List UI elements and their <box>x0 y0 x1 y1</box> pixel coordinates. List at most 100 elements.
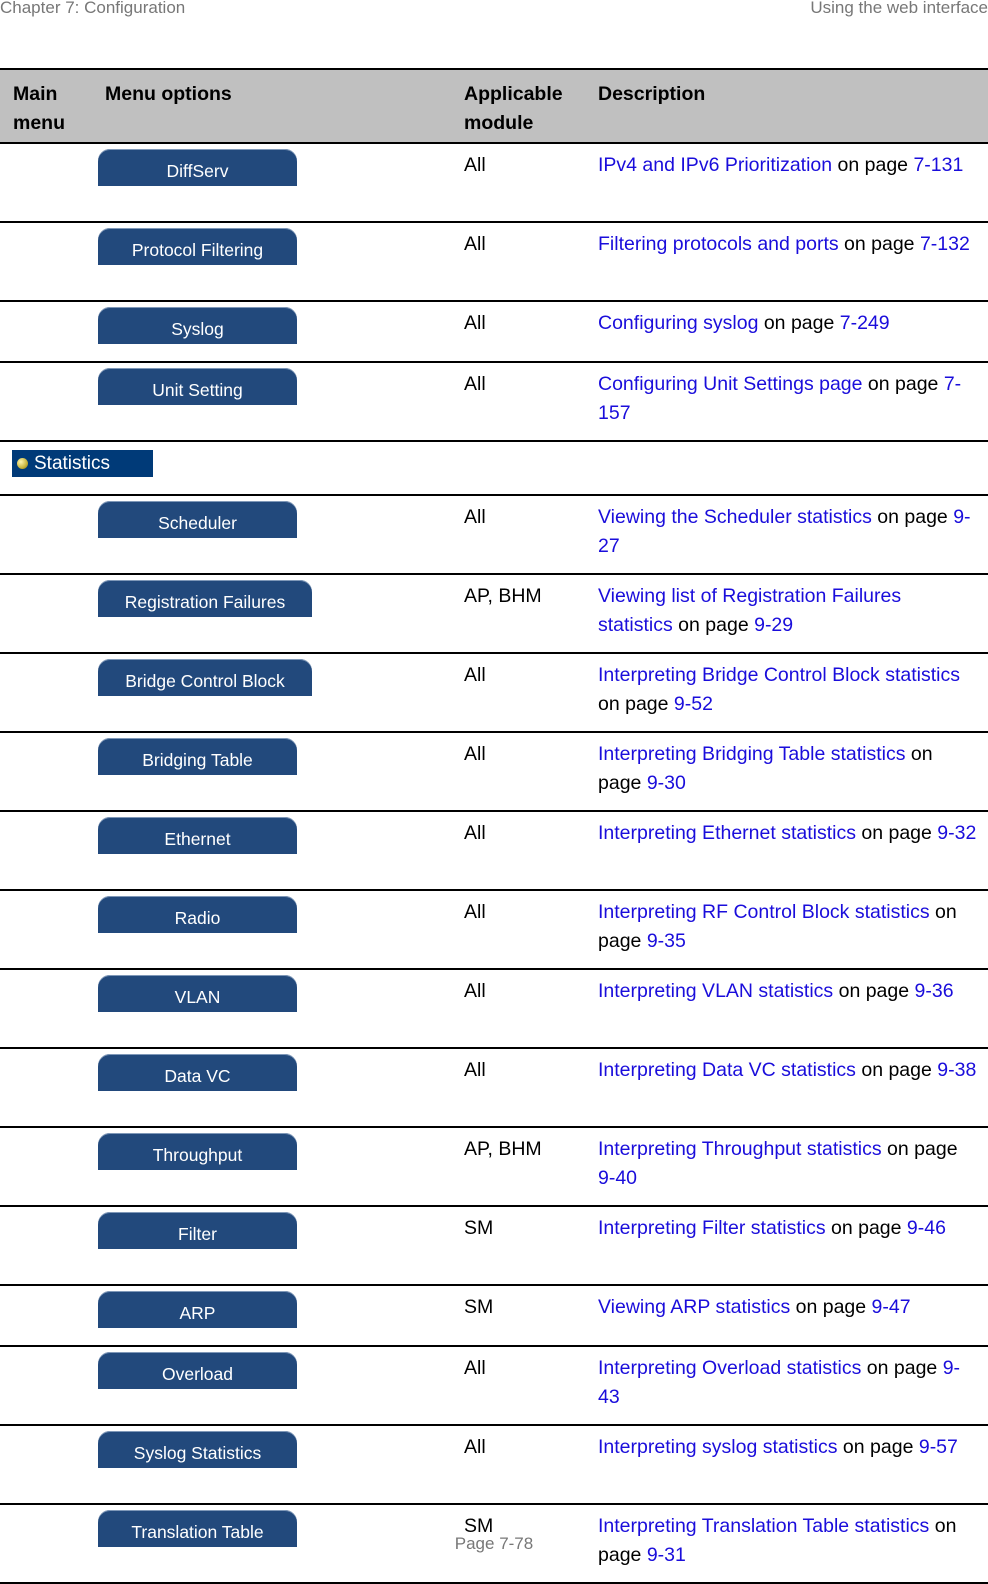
menu-button-registration-failures[interactable]: Registration Failures <box>98 580 312 617</box>
menu-option-cell: Bridge Control Block <box>98 653 464 733</box>
menu-button-arp[interactable]: ARP <box>98 1291 297 1328</box>
applicable-module: SM <box>464 1285 598 1347</box>
description-link[interactable]: Viewing ARP statistics <box>598 1296 790 1318</box>
description-link[interactable]: Interpreting Filter statistics <box>598 1217 826 1239</box>
menu-option-cell: Unit Setting <box>98 362 464 442</box>
description-cell: Viewing the Scheduler statistics on page… <box>598 495 988 575</box>
description-text: on page <box>862 373 944 395</box>
applicable-module: All <box>464 143 598 223</box>
page-reference-link[interactable]: 7-131 <box>913 154 963 176</box>
menu-button-bridging-table[interactable]: Bridging Table <box>98 738 297 775</box>
page-reference-link[interactable]: 9-38 <box>937 1059 976 1081</box>
applicable-module: All <box>464 1048 598 1128</box>
applicable-module: All <box>464 495 598 575</box>
description-cell: Interpreting RF Control Block statistics… <box>598 890 988 970</box>
page-reference-link[interactable]: 9-40 <box>598 1167 637 1189</box>
table-row: Throughput AP, BHM Interpreting Throughput… <box>0 1127 988 1207</box>
page-reference-link[interactable]: 9-57 <box>919 1436 958 1458</box>
page-reference-link[interactable]: 9-32 <box>937 822 976 844</box>
page-reference-link[interactable]: 9-52 <box>674 693 713 715</box>
description-link[interactable]: Interpreting Throughput statistics <box>598 1138 882 1160</box>
main-menu-cell <box>0 1285 98 1347</box>
page-reference-link[interactable]: 9-46 <box>907 1217 946 1239</box>
page-reference-link[interactable]: 9-36 <box>915 980 954 1002</box>
page-reference-link[interactable]: 9-29 <box>754 614 793 636</box>
applicable-module: All <box>464 811 598 891</box>
applicable-module: All <box>464 1346 598 1426</box>
description-link[interactable]: Interpreting VLAN statistics <box>598 980 833 1002</box>
applicable-module: AP, BHM <box>464 574 598 654</box>
table-row: Protocol Filtering All Filtering protocols… <box>0 222 988 302</box>
menu-button-syslog[interactable]: Syslog <box>98 307 297 344</box>
description-text: on page <box>790 1296 872 1318</box>
statistics-menu-item[interactable]: Statistics <box>12 450 153 477</box>
description-text: on page <box>871 506 954 528</box>
table-row: Scheduler All Viewing the Scheduler statis… <box>0 495 988 575</box>
main-menu-cell <box>0 222 98 302</box>
page-reference-link[interactable]: 7-132 <box>920 233 970 255</box>
menu-button-filter[interactable]: Filter <box>98 1212 297 1249</box>
description-cell: Viewing ARP statistics on page 9-47 <box>598 1285 988 1347</box>
description-cell: Interpreting Throughput statistics on pa… <box>598 1127 988 1207</box>
menu-option-cell: Syslog <box>98 301 464 363</box>
menu-option-cell: Registration Failures <box>98 574 464 654</box>
page-reference-link[interactable]: 9-35 <box>647 930 686 952</box>
applicable-module: All <box>464 301 598 363</box>
table-row: Unit Setting All Configuring Unit Settings… <box>0 362 988 442</box>
menu-button-unit-setting[interactable]: Unit Setting <box>98 368 297 405</box>
main-menu-cell <box>0 653 98 733</box>
menu-option-cell: Bridging Table <box>98 732 464 812</box>
menu-button-throughput[interactable]: Throughput <box>98 1133 297 1170</box>
menu-button-bridge-control-block[interactable]: Bridge Control Block <box>98 659 312 696</box>
menu-option-cell: ARP <box>98 1285 464 1347</box>
menu-option-cell: Ethernet <box>98 811 464 891</box>
main-menu-cell <box>0 732 98 812</box>
applicable-module: All <box>464 969 598 1049</box>
description-link[interactable]: Interpreting RF Control Block statistics <box>598 901 930 923</box>
page-reference-link[interactable]: 9-30 <box>647 772 686 794</box>
description-link[interactable]: IPv4 and IPv6 Prioritization <box>598 154 832 176</box>
description-link[interactable]: Interpreting Data VC statistics <box>598 1059 856 1081</box>
description-link[interactable]: Viewing the Scheduler statistics <box>598 506 872 528</box>
menu-option-cell: Overload <box>98 1346 464 1426</box>
menu-button-protocol-filtering[interactable]: Protocol Filtering <box>98 228 297 265</box>
description-link[interactable]: Interpreting Ethernet statistics <box>598 822 856 844</box>
description-link[interactable]: Interpreting Bridging Table statistics <box>598 743 905 765</box>
section-row-statistics: Statistics <box>0 441 988 496</box>
menu-button-data-vc[interactable]: Data VC <box>98 1054 297 1091</box>
menu-option-cell: Syslog Statistics <box>98 1425 464 1505</box>
page-reference-link[interactable]: 9-47 <box>872 1296 911 1318</box>
description-cell: Filtering protocols and ports on page 7-… <box>598 222 988 302</box>
applicable-module: All <box>464 890 598 970</box>
description-link[interactable]: Configuring Unit Settings page <box>598 373 863 395</box>
table-row: Bridge Control Block All Interpreting Brid… <box>0 653 988 733</box>
applicable-module: SM <box>464 1206 598 1286</box>
description-cell: Interpreting Bridging Table statistics o… <box>598 732 988 812</box>
page-number: Page 7-78 <box>454 1534 534 1553</box>
menu-button-ethernet[interactable]: Ethernet <box>98 817 297 854</box>
menu-button-scheduler[interactable]: Scheduler <box>98 501 297 538</box>
description-link[interactable]: Filtering protocols and ports <box>598 233 839 255</box>
description-link[interactable]: Interpreting Overload statistics <box>598 1357 861 1379</box>
menu-button-diffserv[interactable]: DiffServ <box>98 149 297 186</box>
description-link[interactable]: Interpreting syslog statistics <box>598 1436 838 1458</box>
main-menu-cell <box>0 1127 98 1207</box>
menu-button-overload[interactable]: Overload <box>98 1352 297 1389</box>
description-cell: Interpreting Overload statistics on page… <box>598 1346 988 1426</box>
description-text: on page <box>881 1138 958 1160</box>
description-link[interactable]: Interpreting Bridge Control Block statis… <box>598 664 960 686</box>
menu-button-vlan[interactable]: VLAN <box>98 975 297 1012</box>
description-text: on page <box>833 980 915 1002</box>
menu-option-cell: Throughput <box>98 1127 464 1207</box>
description-link[interactable]: Configuring syslog <box>598 312 758 334</box>
column-header-description: Description <box>598 68 988 144</box>
menu-button-syslog-statistics[interactable]: Syslog Statistics <box>98 1431 297 1468</box>
description-text: on page <box>861 1357 943 1379</box>
menu-button-radio[interactable]: Radio <box>98 896 297 933</box>
page-reference-link[interactable]: 7-249 <box>840 312 890 334</box>
description-text: on page <box>855 822 938 844</box>
applicable-module: AP, BHM <box>464 1127 598 1207</box>
description-cell: Interpreting syslog statistics on page 9… <box>598 1425 988 1505</box>
table-row: Overload All Interpreting Overload statist… <box>0 1346 988 1426</box>
description-text: on page <box>855 1059 938 1081</box>
